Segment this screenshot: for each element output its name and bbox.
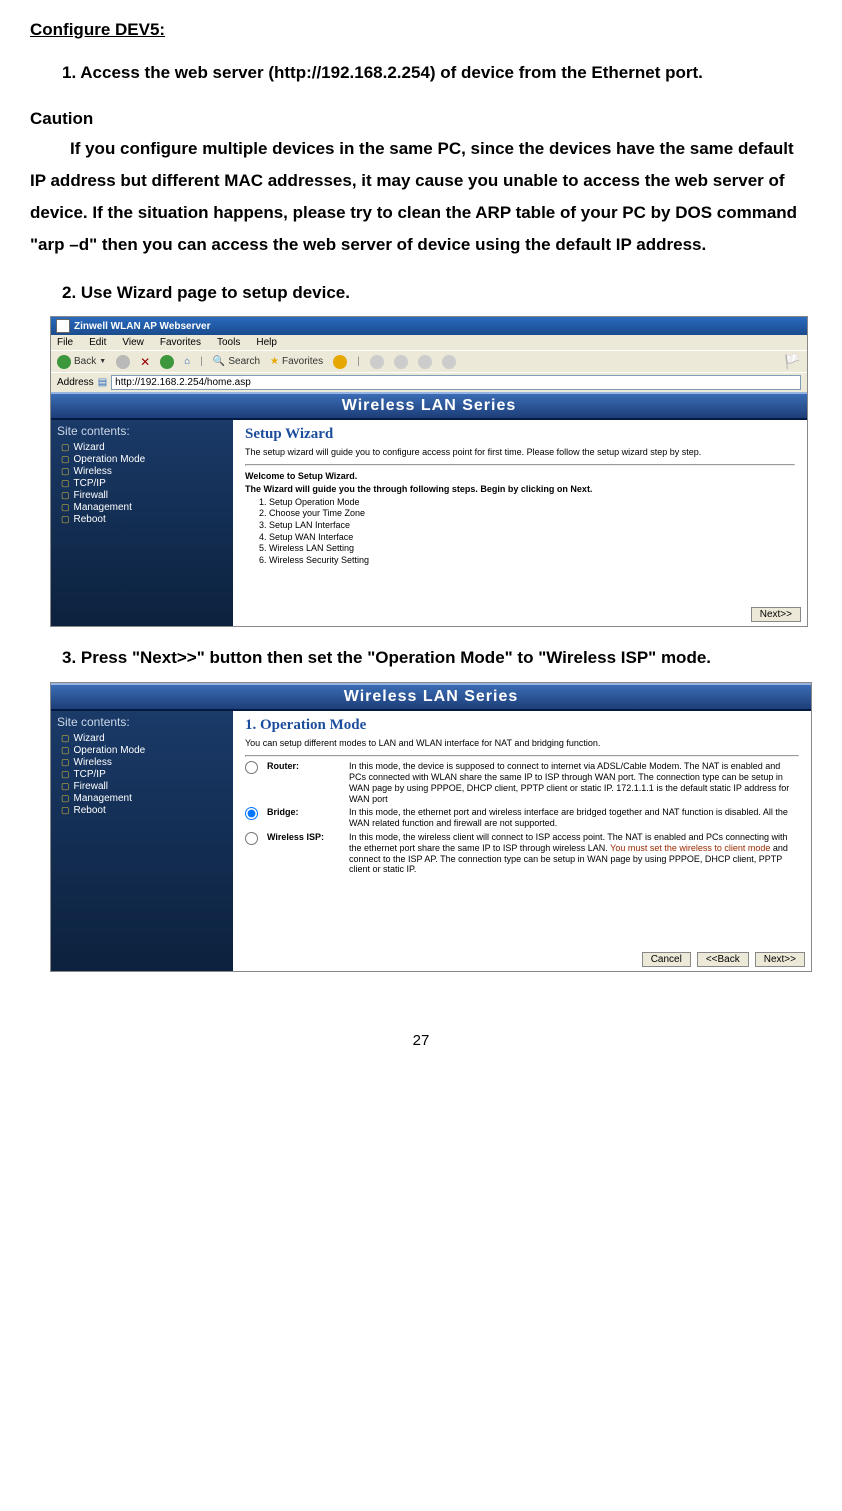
opmode-router-row: Router: In this mode, the device is supp… xyxy=(245,761,799,804)
menu-view[interactable]: View xyxy=(122,337,144,348)
menu-file[interactable]: File xyxy=(57,337,73,348)
setup-wizard-desc: The setup wizard will guide you to confi… xyxy=(245,447,795,459)
router-label: Router: xyxy=(267,761,341,804)
next-button[interactable]: Next>> xyxy=(751,607,801,622)
home-button[interactable]: ⌂ xyxy=(184,356,190,367)
sidebar-item-tcpip[interactable]: TCP/IP xyxy=(61,478,227,490)
favorites-button[interactable]: ★Favorites xyxy=(270,356,323,367)
setup-wizard-title: Setup Wizard xyxy=(245,426,795,443)
setup-step-4: Setup WAN Interface xyxy=(269,532,795,544)
star-icon: ★ xyxy=(270,356,279,367)
refresh-button[interactable] xyxy=(160,355,174,369)
ie-addressbar: Address ▤ xyxy=(51,372,807,392)
menu-tools[interactable]: Tools xyxy=(217,337,240,348)
ie-toolbar: Back▼ ✕ ⌂ | 🔍Search ★Favorites | 🏳️ xyxy=(51,350,807,372)
step-1: 1. Access the web server (http://192.168… xyxy=(70,58,812,89)
address-label: Address xyxy=(57,377,94,388)
radio-bridge[interactable] xyxy=(245,807,258,820)
cancel-button[interactable]: Cancel xyxy=(642,952,691,967)
sidebar: Site contents: Wizard Operation Mode Wir… xyxy=(51,420,233,626)
step-3: 3. Press "Next>>" button then set the "O… xyxy=(70,643,812,674)
history-button[interactable] xyxy=(333,355,347,369)
step-2: 2. Use Wizard page to setup device. xyxy=(70,278,812,309)
ie-title-text: Zinwell WLAN AP Webserver xyxy=(74,321,211,332)
screenshot-setup-wizard: Zinwell WLAN AP Webserver File Edit View… xyxy=(50,316,808,627)
page-number: 27 xyxy=(30,1032,812,1049)
search-button[interactable]: 🔍Search xyxy=(213,356,260,367)
back-button[interactable]: Back▼ xyxy=(57,355,106,369)
opmode-desc: You can setup different modes to LAN and… xyxy=(245,738,799,750)
sidebar-title-2: Site contents: xyxy=(57,715,227,729)
setup-step-3: Setup LAN Interface xyxy=(269,520,795,532)
setup-step-1: Setup Operation Mode xyxy=(269,497,795,509)
caution-body: If you configure multiple devices in the… xyxy=(30,133,812,262)
ie-logo: 🏳️ xyxy=(784,353,801,370)
sidebar-item-firewall[interactable]: Firewall xyxy=(61,490,227,502)
sidebar-title: Site contents: xyxy=(57,424,227,438)
sidebar-item-wizard-2[interactable]: Wizard xyxy=(61,733,227,745)
opmode-bridge-row: Bridge: In this mode, the ethernet port … xyxy=(245,807,799,829)
setup-guide: The Wizard will guide you the through fo… xyxy=(245,484,795,494)
sidebar-2: Site contents: Wizard Operation Mode Wir… xyxy=(51,711,233,971)
search-icon: 🔍 xyxy=(213,356,225,367)
section-title: Configure DEV5: xyxy=(30,20,812,40)
wlan-header-2: Wireless LAN Series xyxy=(51,683,811,711)
menu-edit[interactable]: Edit xyxy=(89,337,106,348)
stop-button[interactable]: ✕ xyxy=(140,355,150,369)
sidebar-item-wireless-2[interactable]: Wireless xyxy=(61,757,227,769)
content-pane-2: 1. Operation Mode You can setup differen… xyxy=(233,711,811,971)
sidebar-item-reboot[interactable]: Reboot xyxy=(61,514,227,526)
radio-wisp[interactable] xyxy=(245,832,258,845)
setup-welcome: Welcome to Setup Wizard. xyxy=(245,471,795,481)
bridge-label: Bridge: xyxy=(267,807,341,829)
sidebar-item-wizard[interactable]: Wizard xyxy=(61,442,227,454)
menu-help[interactable]: Help xyxy=(256,337,277,348)
edit-button[interactable] xyxy=(418,355,432,369)
ie-menubar[interactable]: File Edit View Favorites Tools Help xyxy=(51,335,807,350)
content-pane: Setup Wizard The setup wizard will guide… xyxy=(233,420,807,626)
screenshot-operation-mode: Wireless LAN Series Site contents: Wizar… xyxy=(50,682,812,972)
forward-button[interactable] xyxy=(116,355,130,369)
menu-favorites[interactable]: Favorites xyxy=(160,337,201,348)
sidebar-item-firewall-2[interactable]: Firewall xyxy=(61,781,227,793)
opmode-title: 1. Operation Mode xyxy=(245,717,799,734)
caution-label: Caution xyxy=(30,109,812,129)
router-text: In this mode, the device is supposed to … xyxy=(349,761,799,804)
opmode-wisp-row: Wireless ISP: In this mode, the wireless… xyxy=(245,832,799,875)
ie-titlebar: Zinwell WLAN AP Webserver xyxy=(51,317,807,335)
sidebar-item-reboot-2[interactable]: Reboot xyxy=(61,805,227,817)
sidebar-item-wireless[interactable]: Wireless xyxy=(61,466,227,478)
radio-router[interactable] xyxy=(245,761,258,774)
bridge-text: In this mode, the ethernet port and wire… xyxy=(349,807,799,829)
setup-step-2: Choose your Time Zone xyxy=(269,508,795,520)
wisp-label: Wireless ISP: xyxy=(267,832,341,875)
ie-icon xyxy=(56,319,70,333)
back-button[interactable]: <<Back xyxy=(697,952,749,967)
wlan-header: Wireless LAN Series xyxy=(51,392,807,420)
sidebar-item-operation-mode[interactable]: Operation Mode xyxy=(61,454,227,466)
sidebar-item-tcpip-2[interactable]: TCP/IP xyxy=(61,769,227,781)
page-icon: ▤ xyxy=(98,377,107,388)
sidebar-item-management-2[interactable]: Management xyxy=(61,793,227,805)
mail-button[interactable] xyxy=(370,355,384,369)
print-button[interactable] xyxy=(394,355,408,369)
next-button-2[interactable]: Next>> xyxy=(755,952,805,967)
setup-steps-list: Setup Operation Mode Choose your Time Zo… xyxy=(269,497,795,567)
setup-step-6: Wireless Security Setting xyxy=(269,555,795,567)
sidebar-item-management[interactable]: Management xyxy=(61,502,227,514)
address-input[interactable] xyxy=(111,375,801,390)
sidebar-item-operation-mode-2[interactable]: Operation Mode xyxy=(61,745,227,757)
wisp-text: In this mode, the wireless client will c… xyxy=(349,832,799,875)
setup-step-5: Wireless LAN Setting xyxy=(269,543,795,555)
misc-button[interactable] xyxy=(442,355,456,369)
